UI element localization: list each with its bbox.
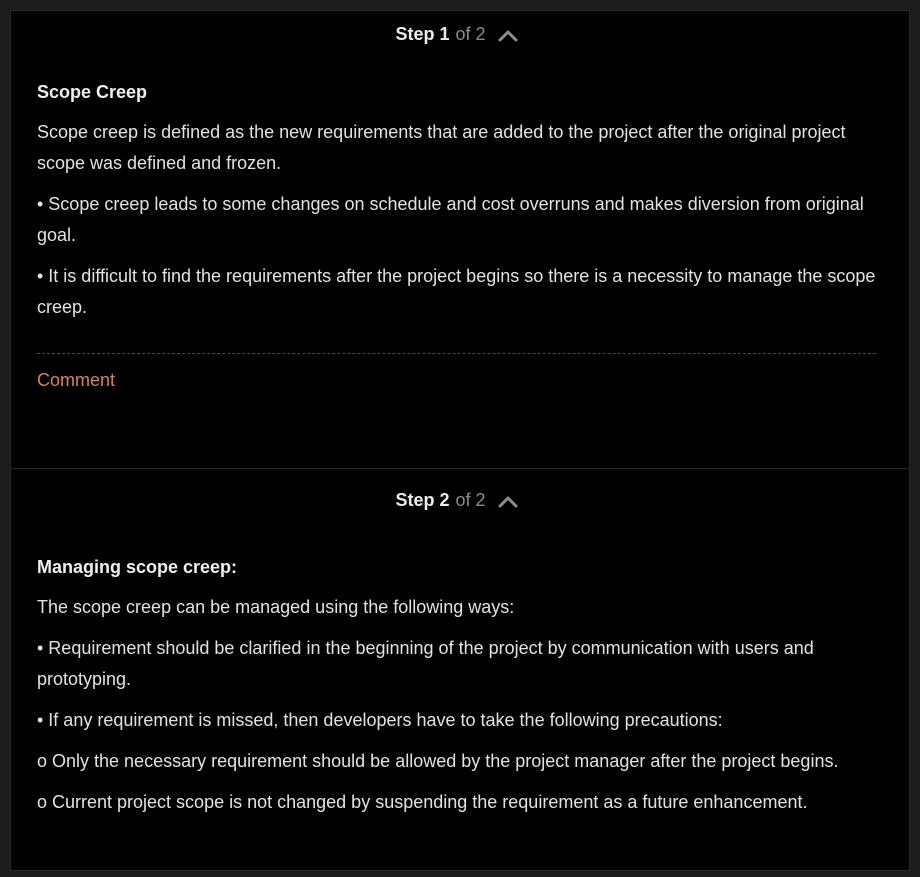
step-paragraph: • It is difficult to find the requiremen… (37, 266, 876, 317)
step-2-header[interactable]: Step 2 of 2 (37, 469, 876, 531)
step-paragraph: • Requirement should be clarified in the… (37, 638, 814, 689)
solution-panel: Step 1 of 2 Scope Creep Scope creep is d… (0, 0, 920, 877)
step-paragraph: o Current project scope is not changed b… (37, 792, 808, 812)
step-of: of (455, 23, 471, 44)
step-title: Scope Creep (37, 82, 148, 102)
step-2-section: Step 2 of 2 Managing scope creep: The sc… (10, 469, 910, 818)
step-of: of (455, 489, 471, 510)
step-total: 2 (475, 23, 486, 44)
step-paragraph: • Scope creep leads to some changes on s… (37, 194, 864, 245)
chevron-up-icon[interactable] (498, 27, 518, 42)
step-total: 2 (475, 489, 486, 510)
step-paragraph: The scope creep can be managed using the… (37, 597, 515, 617)
step-word: Step (395, 23, 435, 44)
step-1-header[interactable]: Step 1 of 2 (37, 10, 876, 58)
step-title: Managing scope creep: (37, 557, 238, 577)
step-word: Step (395, 489, 435, 510)
step-paragraph: • If any requirement is missed, then dev… (37, 710, 723, 730)
step-paragraph: o Only the necessary requirement should … (37, 751, 839, 771)
step-paragraph: Scope creep is defined as the new requir… (37, 122, 846, 173)
divider (37, 353, 876, 354)
comment-link[interactable]: Comment (37, 370, 876, 391)
step-number: 1 (439, 23, 450, 44)
step-2-body: Managing scope creep: The scope creep ca… (37, 531, 876, 818)
step-number: 2 (439, 489, 450, 510)
step-1-body: Scope Creep Scope creep is defined as th… (37, 58, 876, 391)
step-1-section: Step 1 of 2 Scope Creep Scope creep is d… (10, 10, 910, 468)
chevron-up-icon[interactable] (498, 493, 518, 508)
